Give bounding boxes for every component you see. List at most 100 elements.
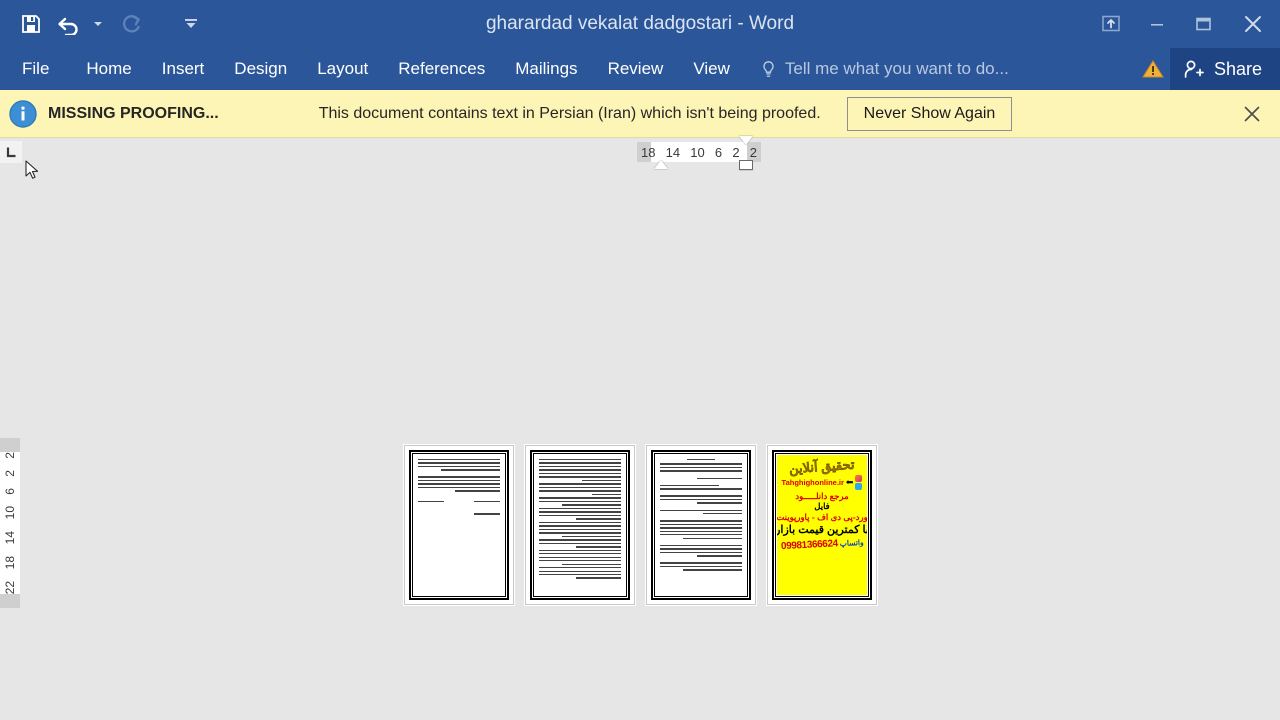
message-bar-close-button[interactable] [1238, 90, 1266, 138]
ruler-tick: 18 [641, 144, 656, 160]
ribbon-display-options-button[interactable] [1088, 0, 1134, 48]
text-line [660, 509, 742, 511]
ruler-tick: 18 [3, 555, 17, 570]
close-button[interactable] [1226, 0, 1280, 48]
ruler-tick: 2 [732, 144, 740, 160]
horizontal-ruler[interactable]: 18 14 10 6 2 2 [637, 136, 761, 170]
share-button[interactable]: Share [1169, 48, 1280, 90]
undo-button[interactable] [52, 7, 86, 41]
close-icon [1245, 16, 1261, 32]
page-3-form-block [656, 455, 746, 571]
ruler-tick: 2 [3, 452, 17, 459]
text-line [539, 486, 621, 489]
ad-line-source: مرجع دانلـــــود [795, 490, 849, 501]
text-line [539, 573, 621, 576]
text-line [660, 463, 742, 465]
undo-dropdown-button[interactable] [90, 7, 106, 41]
text-line [418, 483, 500, 485]
tab-file[interactable]: File [0, 48, 71, 90]
text-line [539, 549, 621, 551]
ruler-tick: 10 [690, 144, 705, 160]
hanging-indent-marker[interactable] [739, 136, 753, 145]
vertical-ruler-bottom-margin [0, 594, 20, 608]
undo-icon [58, 17, 78, 35]
arrow-left-icon: ⬅ [845, 476, 854, 487]
ad-phone-row: واتساپ 09981366624 [780, 537, 863, 552]
form-gap [660, 516, 742, 517]
ad-website: Tahghighonline.ir [781, 477, 844, 487]
text-line [561, 535, 621, 538]
form-gap [660, 481, 742, 482]
page-thumbnail-1[interactable] [404, 445, 514, 605]
tab-review[interactable]: Review [593, 48, 679, 90]
text-line [418, 500, 444, 503]
text-line [660, 534, 742, 536]
text-line [696, 502, 742, 504]
text-line-gap [418, 473, 500, 474]
tab-home[interactable]: Home [71, 48, 146, 90]
tab-view[interactable]: View [678, 48, 745, 90]
text-line [660, 523, 742, 526]
share-label: Share [1213, 58, 1262, 79]
ribbon-display-options-icon [1102, 15, 1120, 32]
text-line [581, 479, 621, 482]
text-line [539, 483, 621, 485]
text-line [696, 555, 742, 557]
text-line [575, 577, 621, 579]
maximize-button[interactable] [1180, 0, 1226, 48]
page-2-text-block [535, 455, 625, 579]
tab-mailings[interactable]: Mailings [500, 48, 592, 90]
text-line [660, 498, 742, 501]
text-line [539, 462, 621, 464]
text-line [539, 465, 621, 468]
form-gap [660, 559, 742, 560]
ad-app-icons [855, 474, 863, 490]
tab-design[interactable]: Design [219, 48, 302, 90]
page-3-content [651, 450, 751, 600]
redo-button[interactable] [114, 7, 148, 41]
vertical-ruler[interactable]: 2 2 6 10 14 18 22 [0, 438, 20, 608]
ad-phone-number: 09981366624 [780, 537, 838, 552]
text-line [418, 479, 500, 482]
text-line [660, 530, 742, 532]
ad-site-row: Tahghighonline.ir ⬅ [781, 474, 863, 490]
page-thumbnail-2[interactable] [525, 445, 635, 605]
tab-layout[interactable]: Layout [302, 48, 383, 90]
ruler-tick: 6 [714, 144, 723, 160]
text-line [660, 495, 742, 497]
tab-stop-selector[interactable] [0, 141, 22, 163]
tab-insert[interactable]: Insert [147, 48, 220, 90]
text-line [474, 513, 500, 515]
text-line [660, 544, 742, 547]
text-line [660, 551, 742, 554]
text-line [539, 528, 621, 531]
text-line [575, 546, 621, 548]
tell-me-placeholder: Tell me what you want to do... [784, 59, 1009, 78]
left-indent-box-marker[interactable] [739, 160, 753, 170]
lightbulb-icon [763, 60, 774, 77]
first-line-indent-marker[interactable] [654, 160, 668, 169]
text-line [418, 465, 500, 468]
never-show-again-button[interactable]: Never Show Again [846, 96, 1013, 131]
text-line [539, 507, 621, 510]
tab-references[interactable]: References [383, 48, 500, 90]
text-line [539, 459, 621, 461]
text-line [660, 565, 742, 568]
tell-me-search[interactable]: Tell me what you want to do... [761, 48, 1009, 90]
text-line [539, 490, 621, 492]
mouse-cursor [25, 160, 41, 187]
ruler-tick: 6 [3, 488, 17, 495]
chevron-down-icon [94, 22, 102, 26]
customize-quick-access-button[interactable] [174, 7, 208, 41]
document-canvas[interactable]: تحقیق آنلاین Tahghighonline.ir ⬅ مرجع دا… [0, 138, 1280, 720]
save-button[interactable] [14, 7, 48, 41]
page-thumbnail-4[interactable]: تحقیق آنلاین Tahghighonline.ir ⬅ مرجع دا… [767, 445, 877, 605]
left-tab-icon [6, 147, 15, 157]
warning-button[interactable] [1136, 48, 1170, 90]
instagram-icon [855, 474, 863, 482]
page-thumbnail-3[interactable] [646, 445, 756, 605]
horizontal-ruler-ticks: 18 14 10 6 2 2 [637, 145, 761, 160]
text-line [682, 569, 742, 571]
text-line [418, 462, 500, 464]
minimize-button[interactable] [1134, 0, 1180, 48]
